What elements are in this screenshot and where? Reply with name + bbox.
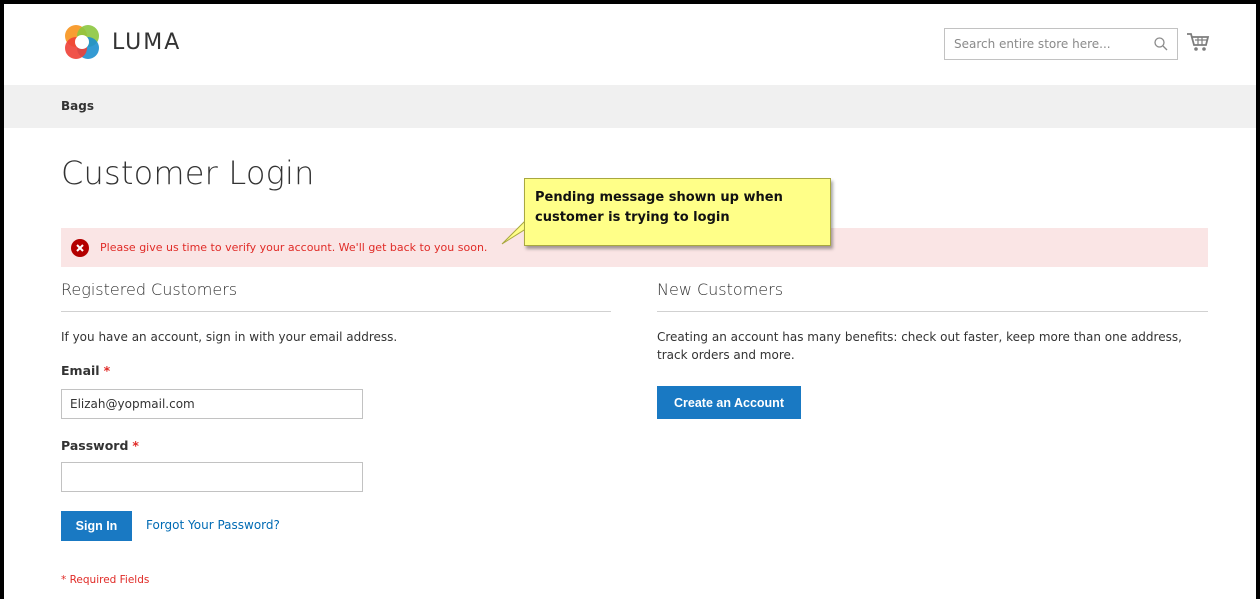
sign-in-button[interactable]: Sign In [61,511,132,541]
page-title: Customer Login [61,154,315,192]
page-canvas: LUMA Bags Customer Login [4,4,1256,599]
search-input[interactable] [945,29,1135,59]
luma-logo-icon [65,25,99,59]
forgot-password-link[interactable]: Forgot Your Password? [146,518,280,532]
create-account-button[interactable]: Create an Account [657,386,801,419]
search-icon[interactable] [1153,36,1169,56]
registered-customers-title: Registered Customers [61,280,238,299]
password-required-mark: * [132,438,139,453]
nav-item-bags[interactable]: Bags [61,99,94,113]
search-box[interactable] [944,28,1178,60]
error-message-text: Please give us time to verify your accou… [100,241,488,254]
new-customers-divider [657,311,1208,312]
store-logo[interactable]: LUMA [62,22,181,62]
main-navigation: Bags [4,85,1256,128]
annotation-callout: Pending message shown up when customer i… [524,178,831,246]
logo-text: LUMA [112,29,182,55]
browser-frame: LUMA Bags Customer Login [0,0,1260,599]
email-label: Email * [61,363,110,378]
password-label-text: Password [61,438,129,453]
new-customers-title: New Customers [657,280,784,299]
required-fields-note: * Required Fields [61,574,150,586]
cart-icon[interactable] [1186,31,1210,57]
error-icon [71,238,89,257]
email-label-text: Email [61,363,100,378]
password-field[interactable] [61,462,363,492]
registered-divider [61,311,611,312]
new-customers-intro: Creating an account has many benefits: c… [657,330,1182,362]
email-field[interactable] [61,389,363,419]
password-label: Password * [61,438,139,453]
registered-intro: If you have an account, sign in with you… [61,330,398,344]
email-required-mark: * [103,363,111,378]
